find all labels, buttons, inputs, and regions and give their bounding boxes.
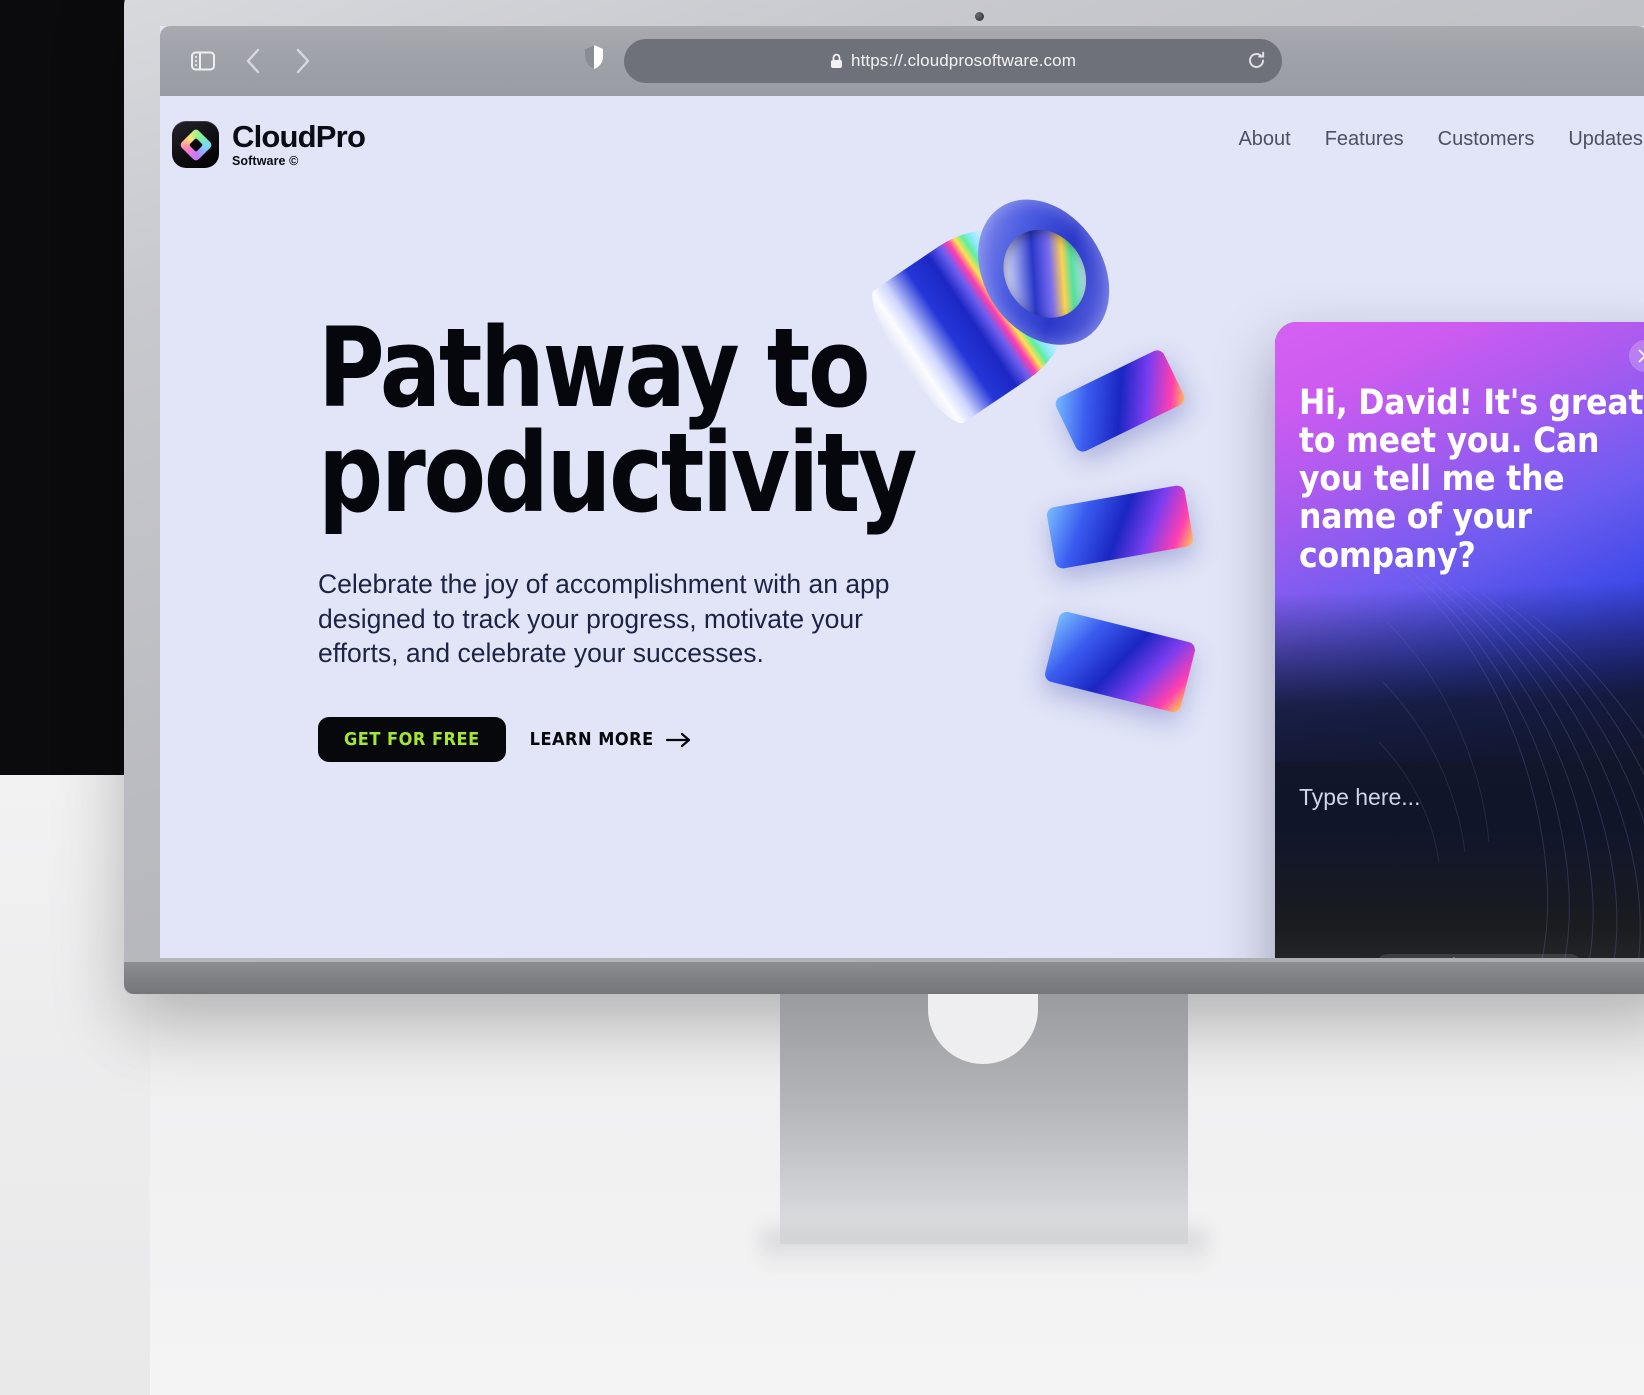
hero-section: Pathway to productivity Celebrate the jo… [318, 313, 938, 763]
chat-message: Hi, David! It's great to meet you. Can y… [1299, 383, 1644, 576]
chat-input[interactable] [1299, 784, 1644, 811]
hero-subcopy: Celebrate the joy of accomplishment with… [318, 569, 890, 669]
nav-item-updates[interactable]: Updates [1568, 128, 1643, 151]
lock-icon [830, 53, 843, 69]
privacy-shield-icon[interactable] [584, 44, 604, 75]
learn-more-label: LEARN MORE [529, 729, 654, 751]
nav-item-customers[interactable]: Customers [1438, 128, 1535, 151]
powered-by-badge[interactable]: Powered by PULZ.iO [1376, 954, 1582, 958]
chat-widget: Hi, David! It's great to meet you. Can y… [1275, 322, 1644, 958]
webpage: CloudPro Software © About Features Custo… [160, 96, 1644, 958]
screenshot-stage: https://.cloudprosoftware.com CloudPro S… [0, 0, 1644, 1395]
sidebar-toggle-icon[interactable] [186, 44, 220, 78]
address-bar[interactable]: https://.cloudprosoftware.com [624, 39, 1282, 83]
site-header: CloudPro Software © About Features Custo… [160, 96, 1644, 196]
browser-toolbar: https://.cloudprosoftware.com [160, 26, 1644, 96]
shard-icon [1052, 347, 1188, 455]
monitor-chin [124, 962, 1644, 994]
brand-logo[interactable]: CloudPro Software © [172, 119, 366, 169]
learn-more-button[interactable]: LEARN MORE [530, 729, 692, 750]
nav-item-features[interactable]: Features [1325, 128, 1404, 151]
cloudpro-diamond-logo-icon [172, 121, 219, 168]
brand-subtitle: Software © [232, 154, 299, 169]
chevron-right-icon[interactable] [286, 44, 320, 78]
hero-cta-row: GET FOR FREE LEARN MORE [318, 717, 938, 763]
reload-icon[interactable] [1247, 51, 1266, 75]
headline-line-2: productivity [318, 408, 917, 537]
page-title: Pathway to productivity [318, 313, 917, 528]
powered-by-label: Powered by [1394, 956, 1455, 958]
shard-icon [1045, 484, 1195, 570]
address-bar-url: https://.cloudprosoftware.com [851, 51, 1076, 70]
screen: https://.cloudprosoftware.com CloudPro S… [160, 26, 1644, 958]
get-for-free-button[interactable]: GET FOR FREE [318, 717, 506, 763]
main-nav: About Features Customers Updates Help [1238, 128, 1644, 151]
arrow-right-icon [665, 732, 692, 748]
monitor-shadow [760, 1230, 1208, 1270]
webcam-dot [975, 12, 984, 21]
chevron-left-icon[interactable] [236, 44, 270, 78]
tube-ring [951, 174, 1137, 370]
brand-name: CloudPro [232, 119, 366, 155]
shard-icon [1043, 610, 1197, 714]
tube-hole [986, 213, 1103, 334]
nav-item-about[interactable]: About [1238, 128, 1290, 151]
